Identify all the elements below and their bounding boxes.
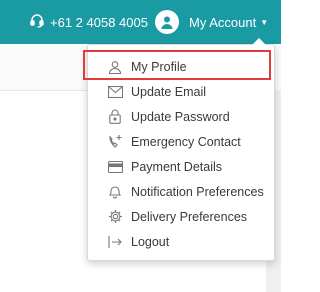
- menu-item-my-profile[interactable]: My Profile: [88, 54, 274, 79]
- menu-item-label: Update Email: [131, 84, 207, 99]
- phone-link[interactable]: +61 2 4058 4005: [30, 0, 148, 44]
- menu-item-update-password[interactable]: Update Password: [88, 104, 274, 129]
- menu-item-logout[interactable]: Logout: [88, 229, 274, 254]
- menu-item-emergency-contact[interactable]: Emergency Contact: [88, 129, 274, 154]
- avatar-icon: [155, 10, 179, 34]
- logout-icon: [107, 234, 123, 250]
- menu-item-notification-preferences[interactable]: Notification Preferences: [88, 179, 274, 204]
- user-icon: [107, 59, 123, 75]
- phone-number: +61 2 4058 4005: [50, 14, 148, 30]
- top-bar: +61 2 4058 4005 My Account ▼: [0, 0, 281, 44]
- my-account-label: My Account: [189, 14, 257, 30]
- menu-item-delivery-preferences[interactable]: Delivery Preferences: [88, 204, 274, 229]
- menu-item-label: Logout: [131, 234, 170, 249]
- account-dropdown-menu: My Profile Update Email Update Password …: [87, 38, 275, 261]
- phone-plus-icon: [107, 134, 123, 150]
- lock-icon: [107, 109, 123, 125]
- menu-item-label: Delivery Preferences: [131, 209, 248, 224]
- gear-icon: [107, 209, 123, 225]
- credit-card-icon: [107, 159, 123, 175]
- menu-item-update-email[interactable]: Update Email: [88, 79, 274, 104]
- menu-item-label: Emergency Contact: [131, 134, 241, 149]
- caret-down-icon: ▼: [260, 17, 269, 27]
- bell-icon: [107, 184, 123, 200]
- menu-item-label: Notification Preferences: [131, 184, 264, 199]
- menu-item-label: Update Password: [131, 109, 230, 124]
- menu-item-label: Payment Details: [131, 159, 223, 174]
- envelope-icon: [107, 84, 123, 100]
- headset-icon: [30, 13, 50, 31]
- menu-item-label: My Profile: [131, 59, 187, 74]
- menu-item-payment-details[interactable]: Payment Details: [88, 154, 274, 179]
